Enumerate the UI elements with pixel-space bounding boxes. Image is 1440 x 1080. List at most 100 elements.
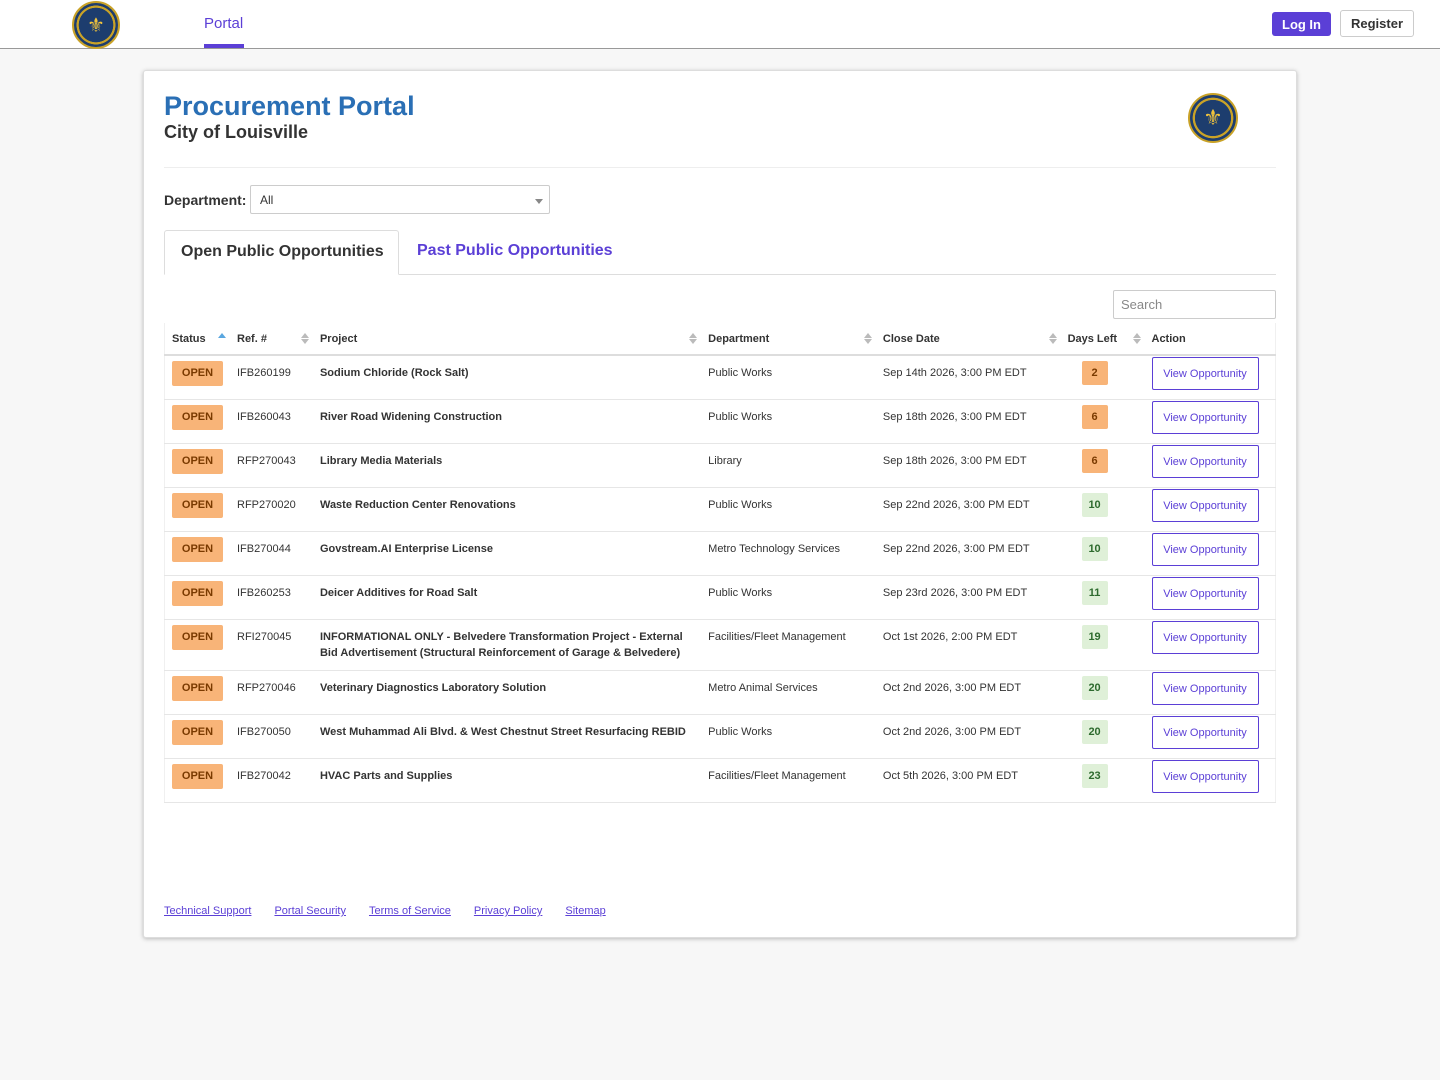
sort-icon xyxy=(689,333,698,344)
chevron-down-icon xyxy=(535,199,543,204)
view-opportunity-button[interactable]: View Opportunity xyxy=(1151,577,1259,610)
table-row: OPEN RFP270043 Library Media Materials Libr… xyxy=(164,443,1276,488)
nav-tab-portal[interactable]: Portal xyxy=(204,15,243,32)
status-cell: OPEN xyxy=(165,444,231,488)
status-badge: OPEN xyxy=(172,625,223,650)
table-body: OPEN IFB260199 Sodium Chloride (Rock Salt)… xyxy=(164,355,1276,803)
page-title: Procurement Portal xyxy=(164,91,415,121)
status-cell: OPEN xyxy=(165,532,231,576)
opportunities-table: Status Ref. # Project Department Close D… xyxy=(164,323,1276,803)
footer-link-privacy-policy[interactable]: Privacy Policy xyxy=(474,905,542,917)
table-row: OPEN RFP270020 Waste Reduction Center Reno… xyxy=(164,487,1276,532)
days-left-badge: 2 xyxy=(1081,361,1108,385)
department-cell: Library xyxy=(708,455,742,467)
table-row: OPEN RFI270045 INFORMATIONAL ONLY - Belved… xyxy=(164,619,1276,671)
view-opportunity-button[interactable]: View Opportunity xyxy=(1151,760,1259,793)
sort-icon xyxy=(1132,333,1141,344)
louisville-seal-icon[interactable]: ⚜ xyxy=(72,1,120,49)
days-left-cell: 23 xyxy=(1061,759,1145,803)
days-left-badge: 10 xyxy=(1081,493,1108,517)
days-left-badge: 20 xyxy=(1081,676,1108,700)
days-left-cell: 20 xyxy=(1061,715,1145,759)
days-left-cell: 6 xyxy=(1061,400,1145,444)
ref-cell: IFB270050 xyxy=(237,726,291,738)
sort-icon xyxy=(863,333,872,344)
table-header-row: Status Ref. # Project Department Close D… xyxy=(164,323,1276,355)
footer-link-terms-of-service[interactable]: Terms of Service xyxy=(369,905,451,917)
close-date-cell: Sep 22nd 2026, 3:00 PM EDT xyxy=(882,543,1030,555)
status-badge: OPEN xyxy=(172,676,223,701)
days-left-cell: 20 xyxy=(1061,671,1145,715)
status-cell: OPEN xyxy=(165,355,231,400)
status-cell: OPEN xyxy=(165,759,231,803)
sort-icon xyxy=(300,333,309,344)
close-date-cell: Sep 22nd 2026, 3:00 PM EDT xyxy=(882,499,1030,511)
days-left-badge: 20 xyxy=(1081,720,1108,744)
department-select[interactable]: All xyxy=(250,185,550,214)
status-badge: OPEN xyxy=(172,764,223,789)
close-date-cell: Oct 2nd 2026, 3:00 PM EDT xyxy=(882,726,1022,738)
days-left-badge: 6 xyxy=(1081,449,1108,473)
city-seal-icon: ⚜ xyxy=(1188,93,1238,143)
project-cell: INFORMATIONAL ONLY - Belvedere Transform… xyxy=(319,631,683,659)
tab-open-opportunities[interactable]: Open Public Opportunities xyxy=(164,230,399,275)
column-header-department[interactable]: Department xyxy=(701,323,876,355)
project-cell: Govstream.AI Enterprise License xyxy=(319,543,493,555)
department-select-value: All xyxy=(260,193,274,207)
days-left-cell: 10 xyxy=(1061,532,1145,576)
column-header-status[interactable]: Status xyxy=(165,323,231,355)
view-opportunity-button[interactable]: View Opportunity xyxy=(1151,716,1259,749)
footer-link-sitemap[interactable]: Sitemap xyxy=(565,905,605,917)
view-opportunity-button[interactable]: View Opportunity xyxy=(1151,445,1259,478)
view-opportunity-button[interactable]: View Opportunity xyxy=(1151,672,1259,705)
view-opportunity-button[interactable]: View Opportunity xyxy=(1151,357,1259,390)
view-opportunity-button[interactable]: View Opportunity xyxy=(1151,533,1259,566)
close-date-cell: Sep 23rd 2026, 3:00 PM EDT xyxy=(882,587,1028,599)
register-button[interactable]: Register xyxy=(1340,10,1414,37)
department-cell: Public Works xyxy=(708,499,773,511)
ref-cell: IFB260253 xyxy=(237,587,291,599)
action-cell: View Opportunity xyxy=(1145,532,1276,576)
department-label: Department: xyxy=(164,192,247,208)
column-header-days-left[interactable]: Days Left xyxy=(1061,323,1145,355)
footer-link-technical-support[interactable]: Technical Support xyxy=(164,905,251,917)
ref-cell: RFP270020 xyxy=(237,499,296,511)
view-opportunity-button[interactable]: View Opportunity xyxy=(1151,489,1259,522)
days-left-cell: 10 xyxy=(1061,488,1145,532)
login-button[interactable]: Log In xyxy=(1272,12,1331,36)
ref-cell: RFP270046 xyxy=(237,682,296,694)
action-cell: View Opportunity xyxy=(1145,488,1276,532)
project-cell: West Muhammad Ali Blvd. & West Chestnut … xyxy=(319,726,686,738)
days-left-badge: 10 xyxy=(1081,537,1108,561)
table-row: OPEN IFB260199 Sodium Chloride (Rock Salt)… xyxy=(164,355,1276,400)
sort-icon xyxy=(1048,333,1057,344)
status-cell: OPEN xyxy=(165,620,231,671)
column-header-project[interactable]: Project xyxy=(313,323,701,355)
close-date-cell: Oct 2nd 2026, 3:00 PM EDT xyxy=(882,682,1022,694)
view-opportunity-button[interactable]: View Opportunity xyxy=(1151,621,1259,654)
project-cell: Waste Reduction Center Renovations xyxy=(319,499,516,511)
column-header-close-date[interactable]: Close Date xyxy=(876,323,1061,355)
view-opportunity-button[interactable]: View Opportunity xyxy=(1151,401,1259,434)
action-cell: View Opportunity xyxy=(1145,576,1276,620)
close-date-cell: Oct 5th 2026, 3:00 PM EDT xyxy=(882,770,1019,782)
days-left-cell: 11 xyxy=(1061,576,1145,620)
ref-cell: RFP270043 xyxy=(237,455,296,467)
action-cell: View Opportunity xyxy=(1145,355,1276,400)
page-subtitle: City of Louisville xyxy=(164,122,309,142)
search-input[interactable] xyxy=(1113,290,1276,319)
department-cell: Public Works xyxy=(708,587,773,599)
table-row: OPEN IFB270042 HVAC Parts and Supplies Faci… xyxy=(164,758,1276,803)
footer-link-portal-security[interactable]: Portal Security xyxy=(274,905,346,917)
table-row: OPEN IFB260253 Deicer Additives for Road S… xyxy=(164,575,1276,620)
ref-cell: IFB270042 xyxy=(237,770,291,782)
column-header-ref[interactable]: Ref. # xyxy=(230,323,313,355)
close-date-cell: Oct 1st 2026, 2:00 PM EDT xyxy=(882,631,1018,643)
tab-past-opportunities[interactable]: Past Public Opportunities xyxy=(417,242,613,260)
status-badge: OPEN xyxy=(172,720,223,745)
footer-links: Technical Support Portal Security Terms … xyxy=(164,905,606,917)
days-left-cell: 6 xyxy=(1061,444,1145,488)
project-cell: Deicer Additives for Road Salt xyxy=(319,587,478,599)
department-cell: Public Works xyxy=(708,411,773,423)
nav-tab-active-indicator xyxy=(204,44,244,48)
